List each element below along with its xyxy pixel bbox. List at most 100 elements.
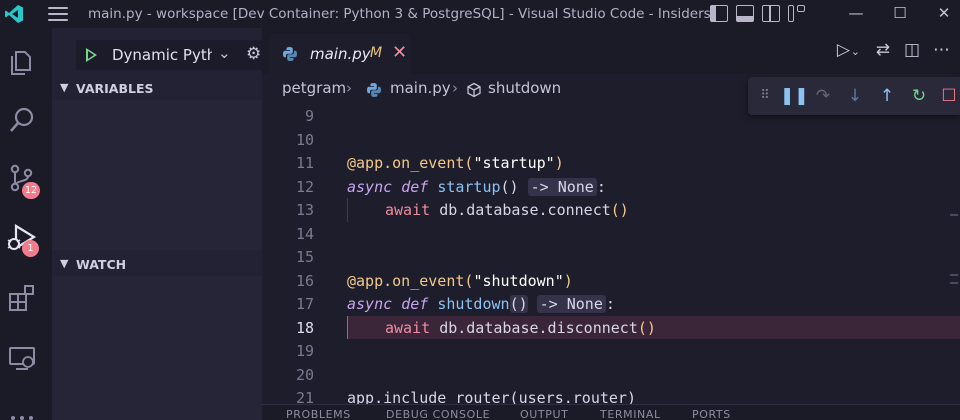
code-text: @app.on_event("startup") xyxy=(347,154,564,172)
restart-icon[interactable]: ↻ xyxy=(908,85,930,107)
toggle-secondary-sidebar-icon[interactable] xyxy=(762,5,780,22)
explorer-icon[interactable] xyxy=(6,46,38,78)
customize-layout-icon[interactable] xyxy=(788,5,806,22)
line-number: 17 xyxy=(295,295,314,313)
vscode-insiders-logo-icon xyxy=(5,5,23,23)
code-text: app.include_router(users.router) xyxy=(347,389,636,404)
code-line: 10 xyxy=(262,128,960,152)
watch-label: WATCH xyxy=(76,257,127,272)
line-number: 11 xyxy=(295,154,314,172)
debug-configuration-label: Dynamic Python xyxy=(112,46,212,64)
line-number: 19 xyxy=(295,342,314,360)
editor-tabs: main.py M ✕ ▷ ⌄ ⇄ ◫ ⋯ xyxy=(262,28,960,74)
split-editor-icon[interactable]: ◫ xyxy=(904,40,920,60)
tab-label: main.py xyxy=(310,45,371,63)
extensions-icon[interactable] xyxy=(6,282,38,314)
scrollbar-marker xyxy=(950,282,958,284)
breadcrumb-separator-icon: › xyxy=(346,79,352,97)
code-line: 17 async def shutdown() -> None: xyxy=(262,292,960,316)
drag-handle-icon[interactable]: ⠿ xyxy=(754,85,776,107)
inlay-hint: -> None xyxy=(536,295,606,313)
line-number: 12 xyxy=(295,177,314,196)
python-file-icon xyxy=(283,47,297,61)
window-title: main.py - workspace [Dev Container: Pyth… xyxy=(88,6,711,22)
code-line: 12 async def startup() -> None: xyxy=(262,175,960,199)
more-actions-icon[interactable]: ⋯ xyxy=(933,40,950,60)
line-number: 13 xyxy=(295,201,314,219)
code-text: async def startup() -> None: xyxy=(347,177,606,196)
step-over-icon[interactable]: ↷ xyxy=(812,85,834,107)
line-number: 15 xyxy=(295,248,314,266)
source-control-badge: 12 xyxy=(22,182,41,199)
code-line: 19 xyxy=(262,339,960,363)
minimize-button[interactable]: — xyxy=(846,4,866,22)
debug-control-toolbar: ⠿ ❚❚ ↷ ↓ ↑ ↻ ☐ xyxy=(748,77,960,115)
chevron-down-icon[interactable]: ⌄ xyxy=(851,45,860,58)
pause-icon[interactable]: ❚❚ xyxy=(780,85,809,107)
tab-main-py[interactable]: main.py M ✕ xyxy=(270,34,410,74)
current-execution-line: 18 await db.database.disconnect() xyxy=(262,315,960,339)
watch-section-header[interactable]: ▼ WATCH xyxy=(52,254,262,276)
maximize-button[interactable]: ☐ xyxy=(890,4,910,22)
stop-icon[interactable]: ☐ xyxy=(938,85,960,107)
toggle-panel-icon[interactable] xyxy=(736,5,754,22)
method-symbol-icon xyxy=(467,82,481,98)
line-number: 21 xyxy=(295,389,314,404)
python-file-icon xyxy=(367,83,381,97)
breadcrumb-file[interactable]: main.py xyxy=(390,79,451,97)
line-number: 10 xyxy=(295,130,314,149)
tab-output[interactable]: OUTPUT xyxy=(520,408,568,420)
search-icon[interactable] xyxy=(6,104,38,136)
code-line: 13 await db.database.connect() xyxy=(262,198,960,222)
code-line: 16 @app.on_event("shutdown") xyxy=(262,269,960,293)
breadcrumb-symbol[interactable]: shutdown xyxy=(488,79,561,97)
debug-configuration-select[interactable]: Dynamic Python ⌄ ⚙ xyxy=(76,40,262,70)
menu-icon[interactable] xyxy=(48,7,68,21)
chevron-down-icon: ▼ xyxy=(60,81,69,94)
variables-section-header[interactable]: ▼ VARIABLES xyxy=(52,78,262,100)
close-tab-icon[interactable]: ✕ xyxy=(392,42,407,63)
code-line: 20 xyxy=(262,363,960,387)
code-editor[interactable]: 9 10 11 @app.on_event("startup") 12 asyn… xyxy=(262,104,960,404)
line-number: 20 xyxy=(295,365,314,384)
code-line: 14 xyxy=(262,222,960,246)
code-text: @app.on_event("shutdown") xyxy=(347,271,573,290)
scrollbar-marker xyxy=(950,214,958,216)
code-text: await db.database.disconnect() xyxy=(385,318,656,337)
start-debugging-icon[interactable] xyxy=(86,48,97,62)
modified-indicator: M xyxy=(370,45,383,61)
code-text: await db.database.connect() xyxy=(385,201,629,219)
chevron-down-icon: ▼ xyxy=(60,257,69,270)
debug-toolbar: Dynamic Python ⌄ ⚙ xyxy=(52,40,262,70)
compare-changes-icon[interactable]: ⇄ xyxy=(876,40,890,60)
title-bar: main.py - workspace [Dev Container: Pyth… xyxy=(0,0,960,28)
code-line: 21 app.include_router(users.router) xyxy=(262,386,960,404)
tab-debug-console[interactable]: DEBUG CONSOLE xyxy=(386,408,490,420)
debug-badge: 1 xyxy=(22,240,39,257)
toggle-primary-sidebar-icon[interactable] xyxy=(710,5,728,22)
code-text: async def shutdown() -> None: xyxy=(347,295,615,313)
tab-problems[interactable]: PROBLEMS xyxy=(286,408,351,420)
breadcrumb-folder[interactable]: petgram xyxy=(282,79,346,97)
close-window-button[interactable]: ✕ xyxy=(934,4,954,22)
line-number: 9 xyxy=(304,107,314,125)
remote-explorer-icon[interactable] xyxy=(6,342,38,374)
line-number: 14 xyxy=(295,224,314,243)
more-views-icon[interactable] xyxy=(6,406,38,420)
panel-tabs: PROBLEMS DEBUG CONSOLE OUTPUT TERMINAL P… xyxy=(262,404,960,420)
code-line: 15 xyxy=(262,245,960,269)
editor-group: main.py M ✕ ▷ ⌄ ⇄ ◫ ⋯ petgram › main.py … xyxy=(262,28,960,420)
layout-controls xyxy=(710,5,806,22)
step-out-icon[interactable]: ↑ xyxy=(876,85,898,107)
watch-pane xyxy=(52,276,262,420)
activity-bar: 12 1 xyxy=(0,28,52,420)
step-into-icon[interactable]: ↓ xyxy=(844,85,866,107)
chevron-down-icon[interactable]: ⌄ xyxy=(218,44,231,62)
gear-icon[interactable]: ⚙ xyxy=(246,44,261,64)
tab-ports[interactable]: PORTS xyxy=(692,408,731,420)
debug-sidebar: Dynamic Python ⌄ ⚙ ▼ VARIABLES ▼ WATCH xyxy=(52,28,262,420)
tab-terminal[interactable]: TERMINAL xyxy=(600,408,661,420)
breadcrumb-separator-icon: › xyxy=(452,79,458,97)
variables-pane xyxy=(52,100,262,250)
run-python-file-icon[interactable]: ▷ xyxy=(837,40,850,60)
